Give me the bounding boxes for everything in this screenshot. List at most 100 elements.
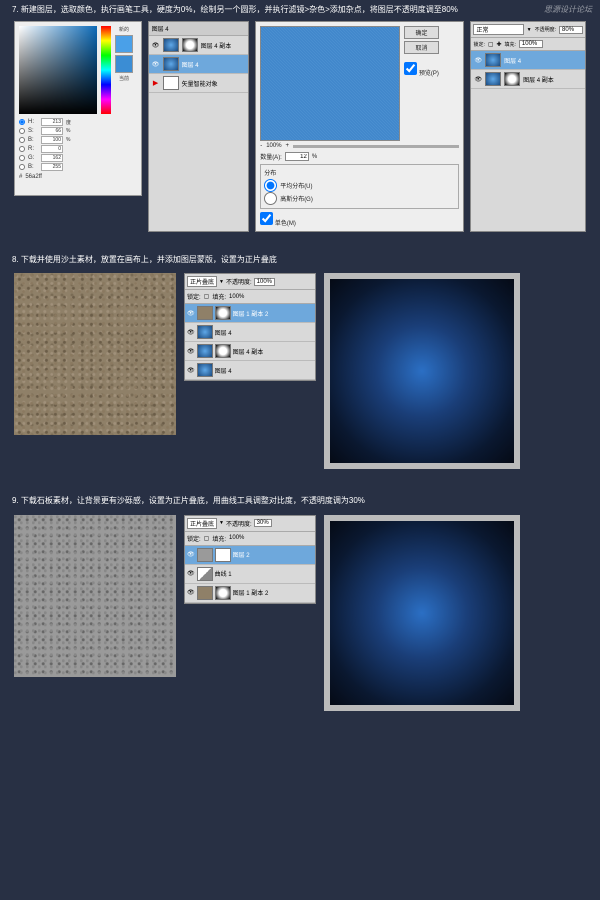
eye-icon[interactable]: 👁 <box>187 589 195 596</box>
layer-thumb <box>197 306 213 320</box>
amount-unit: % <box>312 154 317 160</box>
bl-label: B: <box>28 164 38 170</box>
d1-label: 平均分布(U) <box>280 181 312 190</box>
layer-mask-thumb <box>215 306 231 320</box>
fill-label: 填充: <box>212 292 226 301</box>
eye-icon[interactable]: 👁 <box>152 60 160 68</box>
chevron-down-icon: ▼ <box>219 279 224 285</box>
lock-icon[interactable]: ▢ <box>488 41 494 48</box>
s-unit: % <box>66 128 74 134</box>
eye-icon[interactable]: 👁 <box>474 57 482 64</box>
color-picker-panel: 新的 当前 H:213度 S:66% B:100% R:0 G:162 B:25… <box>14 21 142 196</box>
opacity-value[interactable]: 30% <box>254 519 272 527</box>
stone-texture-image <box>14 515 176 677</box>
layer-thumb <box>163 76 179 90</box>
s-label: S: <box>28 128 38 134</box>
layer-thumb <box>163 38 179 52</box>
layer-thumb <box>163 57 179 71</box>
step8-result-image <box>324 273 520 469</box>
bl-value[interactable]: 255 <box>41 163 63 171</box>
step8-row: 正片叠底▼不透明度:100% 锁定:▢填充:100% 👁图层 1 副本 2 👁图… <box>0 273 600 469</box>
amount-label: 数量(A): <box>260 152 282 161</box>
eye-icon[interactable]: ▶ <box>152 79 160 87</box>
eye-icon[interactable]: 👁 <box>152 41 160 49</box>
layer-mask-thumb <box>215 586 231 600</box>
blend-mode-select[interactable]: 正片叠底 <box>187 276 217 287</box>
dirt-texture-image <box>14 273 176 435</box>
blend-mode-select[interactable]: 正片叠底 <box>187 518 217 529</box>
r-value[interactable]: 0 <box>41 145 63 153</box>
radio-h[interactable] <box>19 119 25 125</box>
chevron-down-icon: ▼ <box>527 27 532 33</box>
cancel-button[interactable]: 取消 <box>404 41 439 54</box>
opacity-value[interactable]: 80% <box>559 26 583 34</box>
step7-layers-a: 图层 4 👁图层 4 副本 👁图层 4 ▶矢量智能对象 <box>148 21 250 232</box>
add-noise-dialog: 确定 取消 预览(P) -100% + 数量(A):% 分布 平均分布(U) 高斯… <box>255 21 464 232</box>
zoom-pct: 100% <box>266 143 281 149</box>
chevron-down-icon: ▼ <box>219 520 224 526</box>
dist-gaussian-radio[interactable]: 高斯分布(G) <box>264 192 455 205</box>
preview-label: 预览(P) <box>419 71 439 77</box>
h-label: H: <box>28 119 38 125</box>
b-value[interactable]: 100 <box>41 136 63 144</box>
fill-value[interactable]: 100% <box>229 535 244 541</box>
blend-mode-select[interactable]: 正常 <box>473 24 523 35</box>
lock-icon[interactable]: ▢ <box>204 535 210 542</box>
radio-b[interactable] <box>19 137 25 143</box>
swatch-cur-label: 当前 <box>119 75 129 82</box>
opacity-label: 不透明度: <box>226 277 252 286</box>
dist-uniform-radio[interactable]: 平均分布(U) <box>264 179 455 192</box>
eye-icon[interactable]: 👁 <box>187 551 195 558</box>
s9-r3: 图层 1 副本 2 <box>233 588 269 597</box>
eye-icon[interactable]: 👁 <box>187 570 195 577</box>
lock-label: 锁定: <box>473 41 484 48</box>
s9-r2: 曲线 1 <box>215 569 232 578</box>
r-label: R: <box>28 146 38 152</box>
layera-r3: 矢量智能对象 <box>182 79 218 88</box>
mono-checkbox[interactable]: 单色(M) <box>260 212 296 227</box>
radio-g[interactable] <box>19 155 25 161</box>
distribution-group: 分布 平均分布(U) 高斯分布(G) <box>260 164 459 209</box>
radio-s[interactable] <box>19 128 25 134</box>
preview-checkbox[interactable]: 预览(P) <box>404 71 439 77</box>
noise-slider[interactable] <box>293 145 459 148</box>
step7-row: 新的 当前 H:213度 S:66% B:100% R:0 G:162 B:25… <box>0 21 600 232</box>
lock-icon[interactable]: ▢ <box>204 293 210 300</box>
s-value[interactable]: 66 <box>41 127 63 135</box>
step7-layers-b: 正常▼不透明度:80% 锁定:▢✚填充:100% 👁图层 4 👁图层 4 副本 <box>470 21 586 232</box>
ok-button[interactable]: 确定 <box>404 26 439 39</box>
amount-input[interactable] <box>285 152 309 161</box>
eye-icon[interactable]: 👁 <box>474 76 482 83</box>
g-label: G: <box>28 155 38 161</box>
hex-label: # <box>19 174 22 180</box>
color-gradient-field[interactable] <box>19 26 97 114</box>
step9-result-image <box>324 515 520 711</box>
h-value[interactable]: 213 <box>41 118 63 126</box>
hue-slider[interactable] <box>101 26 111 114</box>
s8-r4: 图层 4 <box>215 366 232 375</box>
b-label: B: <box>28 137 38 143</box>
eye-icon[interactable]: 👁 <box>187 310 195 317</box>
eye-icon[interactable]: 👁 <box>187 348 195 355</box>
step8-layers: 正片叠底▼不透明度:100% 锁定:▢填充:100% 👁图层 1 副本 2 👁图… <box>184 273 316 381</box>
eye-icon[interactable]: 👁 <box>187 329 195 336</box>
watermark-text: 思源设计论坛 <box>544 4 592 15</box>
h-unit: 度 <box>66 119 74 126</box>
radio-bl[interactable] <box>19 164 25 170</box>
zoom-out-button[interactable]: - <box>260 143 262 149</box>
g-value[interactable]: 162 <box>41 154 63 162</box>
opacity-label: 不透明度: <box>226 519 252 528</box>
swatch-new <box>115 35 133 53</box>
zoom-in-button[interactable]: + <box>286 143 290 149</box>
layer-thumb <box>485 53 501 67</box>
radio-r[interactable] <box>19 146 25 152</box>
hex-value[interactable]: 56a2ff <box>25 174 42 180</box>
eye-icon[interactable]: 👁 <box>187 367 195 374</box>
fill-value[interactable]: 100% <box>519 40 543 48</box>
step8-text: 8. 下载并使用沙土素材，放置在画布上，并添加图层蒙版，设置为正片叠底 <box>0 250 600 269</box>
s9-r1: 图层 2 <box>233 550 250 559</box>
fill-value[interactable]: 100% <box>229 294 244 300</box>
opacity-value[interactable]: 100% <box>254 278 275 286</box>
layer-thumb <box>197 325 213 339</box>
lock-icon[interactable]: ✚ <box>497 41 502 48</box>
